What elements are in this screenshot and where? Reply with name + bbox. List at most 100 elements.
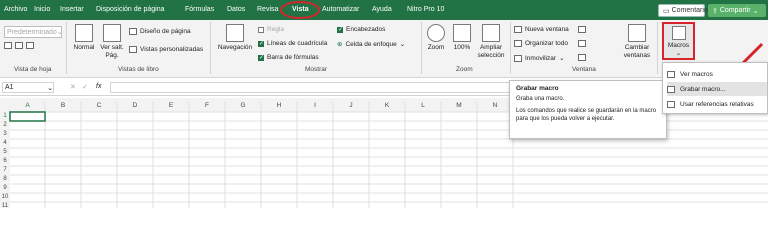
share-icon: ⇪	[712, 7, 718, 15]
headings-checkbox[interactable]: ✓ Encabezados	[337, 26, 385, 33]
normal-view-label: Normal	[73, 44, 95, 51]
menu-automatizar[interactable]: Automatizar	[322, 6, 359, 13]
sheet-view-dropdown[interactable]: Predeterminado ⌄	[4, 26, 63, 38]
usar-referencias-item[interactable]: Usar referencias relativas	[667, 97, 767, 111]
group-label-mostrar: Mostrar	[305, 66, 328, 73]
column-header-d[interactable]: D	[117, 102, 153, 109]
share-button[interactable]: ⇪ Compartir ⌄	[708, 4, 766, 17]
comments-button[interactable]: ▭ Comentarios	[658, 4, 711, 17]
unhide-icon[interactable]	[578, 54, 586, 61]
window-small-icons-3	[578, 54, 586, 61]
row-header-9[interactable]: 9	[0, 185, 10, 191]
row-header-2[interactable]: 2	[0, 122, 10, 128]
column-header-h[interactable]: H	[261, 102, 297, 109]
column-header-j[interactable]: J	[333, 102, 369, 109]
row-header-7[interactable]: 7	[0, 167, 10, 173]
menu-formulas[interactable]: Fórmulas	[185, 6, 214, 13]
formula-bar-checkbox[interactable]: ✓ Barra de fórmulas	[258, 54, 319, 61]
column-header-b[interactable]: B	[45, 102, 81, 109]
macros-dropdown-menu: Ver macros Grabar macro... Usar referenc…	[662, 62, 768, 114]
ribbon-divider	[210, 22, 211, 74]
new-window-button[interactable]: Nueva ventana	[514, 26, 569, 33]
row-header-5[interactable]: 5	[0, 149, 10, 155]
zoom-button[interactable]: Zoom	[425, 24, 447, 52]
macros-label: Macros	[667, 42, 690, 49]
menu-inicio[interactable]: Inicio	[34, 6, 50, 13]
column-header-i[interactable]: I	[297, 102, 333, 109]
group-label-vista-hoja: Vista de hoja	[14, 66, 52, 73]
chevron-down-icon: ⌄	[399, 41, 406, 48]
column-header-n[interactable]: N	[477, 102, 513, 109]
menu-nitro[interactable]: Nitro Pro 10	[407, 6, 444, 13]
ribbon-divider	[657, 22, 658, 74]
sheet-view-value: Predeterminado	[7, 28, 57, 36]
freeze-panes-button[interactable]: Inmovilizar ⌄	[514, 54, 565, 62]
formula-bar-label: Barra de fórmulas	[267, 54, 319, 61]
menu-revisa[interactable]: Revisa	[257, 6, 278, 13]
chevron-down-icon: ⌄	[56, 29, 63, 36]
grabar-macro-tooltip: Grabar macro Graba una macro. Los comand…	[509, 80, 667, 139]
share-label: Compartir	[719, 7, 751, 14]
custom-views-label: Vistas personalizadas	[140, 46, 204, 53]
check-icon[interactable]: ✓	[82, 83, 88, 91]
name-box[interactable]: A1 ⌄	[2, 82, 54, 93]
headings-label: Encabezados	[346, 26, 386, 33]
freeze-panes-label: Inmovilizar	[525, 54, 557, 62]
ver-macros-item[interactable]: Ver macros	[667, 67, 767, 81]
menu-datos[interactable]: Datos	[227, 6, 245, 13]
menu-archivo[interactable]: Archivo	[4, 6, 27, 13]
fx-icon[interactable]: fx	[96, 83, 101, 90]
page-layout-label: Diseño de página	[140, 28, 191, 35]
selected-cell	[9, 111, 46, 122]
column-header-f[interactable]: F	[189, 102, 225, 109]
normal-view-button[interactable]: Normal	[71, 24, 97, 52]
formula-input[interactable]	[110, 82, 510, 93]
zoom-100-button[interactable]: 100%	[451, 24, 473, 52]
column-header-m[interactable]: M	[441, 102, 477, 109]
page-break-button[interactable]: Ver salt. Pág.	[99, 24, 125, 60]
hide-icon[interactable]	[578, 40, 586, 47]
menu-ayuda[interactable]: Ayuda	[372, 6, 392, 13]
formula-bar-check-icon: ✓	[258, 54, 265, 61]
gridlines-check-icon: ✓	[258, 40, 265, 47]
gridlines-label: Líneas de cuadrícula	[267, 40, 328, 47]
navigation-button[interactable]: Navegación	[216, 24, 254, 52]
column-header-e[interactable]: E	[153, 102, 189, 109]
headings-check-icon: ✓	[337, 26, 344, 33]
switch-windows-button[interactable]: Cambiar ventanas	[620, 24, 654, 60]
grabar-macro-item[interactable]: Grabar macro...	[667, 82, 767, 96]
column-header-l[interactable]: L	[405, 102, 441, 109]
column-header-k[interactable]: K	[369, 102, 405, 109]
focus-cell-label: Celda de enfoque	[345, 40, 397, 48]
macros-button[interactable]: Macros ⌄	[662, 22, 695, 60]
page-layout-button[interactable]: Diseño de página	[129, 28, 191, 35]
menu-insertar[interactable]: Insertar	[60, 6, 84, 13]
row-header-11[interactable]: 11	[0, 203, 10, 209]
gridlines-checkbox[interactable]: ✓ Líneas de cuadrícula	[258, 40, 327, 47]
menu-disposicion[interactable]: Disposición de página	[96, 6, 165, 13]
focus-cell-button[interactable]: ⊕ Celda de enfoque ⌄	[337, 40, 406, 49]
row-header-1[interactable]: 1	[0, 113, 10, 119]
row-header-8[interactable]: 8	[0, 176, 10, 182]
cancel-icon[interactable]: ✕	[70, 83, 76, 91]
row-header-4[interactable]: 4	[0, 140, 10, 146]
custom-views-button[interactable]: Vistas personalizadas	[129, 46, 203, 53]
sheet-view-icons	[4, 42, 34, 49]
column-header-a[interactable]: A	[10, 102, 45, 109]
zoom-selection-button[interactable]: Ampliar selección	[475, 24, 507, 60]
column-header-c[interactable]: C	[81, 102, 117, 109]
usar-referencias-label: Usar referencias relativas	[680, 100, 754, 108]
row-header-3[interactable]: 3	[0, 131, 10, 137]
row-header-10[interactable]: 10	[0, 194, 10, 200]
ver-macros-label: Ver macros	[680, 70, 713, 78]
arrange-all-button[interactable]: Organizar todo	[514, 40, 568, 47]
column-header-g[interactable]: G	[225, 102, 261, 109]
row-header-6[interactable]: 6	[0, 158, 10, 164]
split-icon[interactable]	[578, 26, 586, 33]
ruler-checkbox[interactable]: Regla	[258, 26, 284, 33]
arrange-all-icon	[514, 40, 522, 47]
tooltip-title: Grabar macro	[516, 85, 559, 92]
comments-label: Comentarios	[671, 7, 712, 14]
zoom-selection-icon	[482, 24, 500, 42]
switch-windows-label: Cambiar ventanas	[623, 44, 651, 59]
